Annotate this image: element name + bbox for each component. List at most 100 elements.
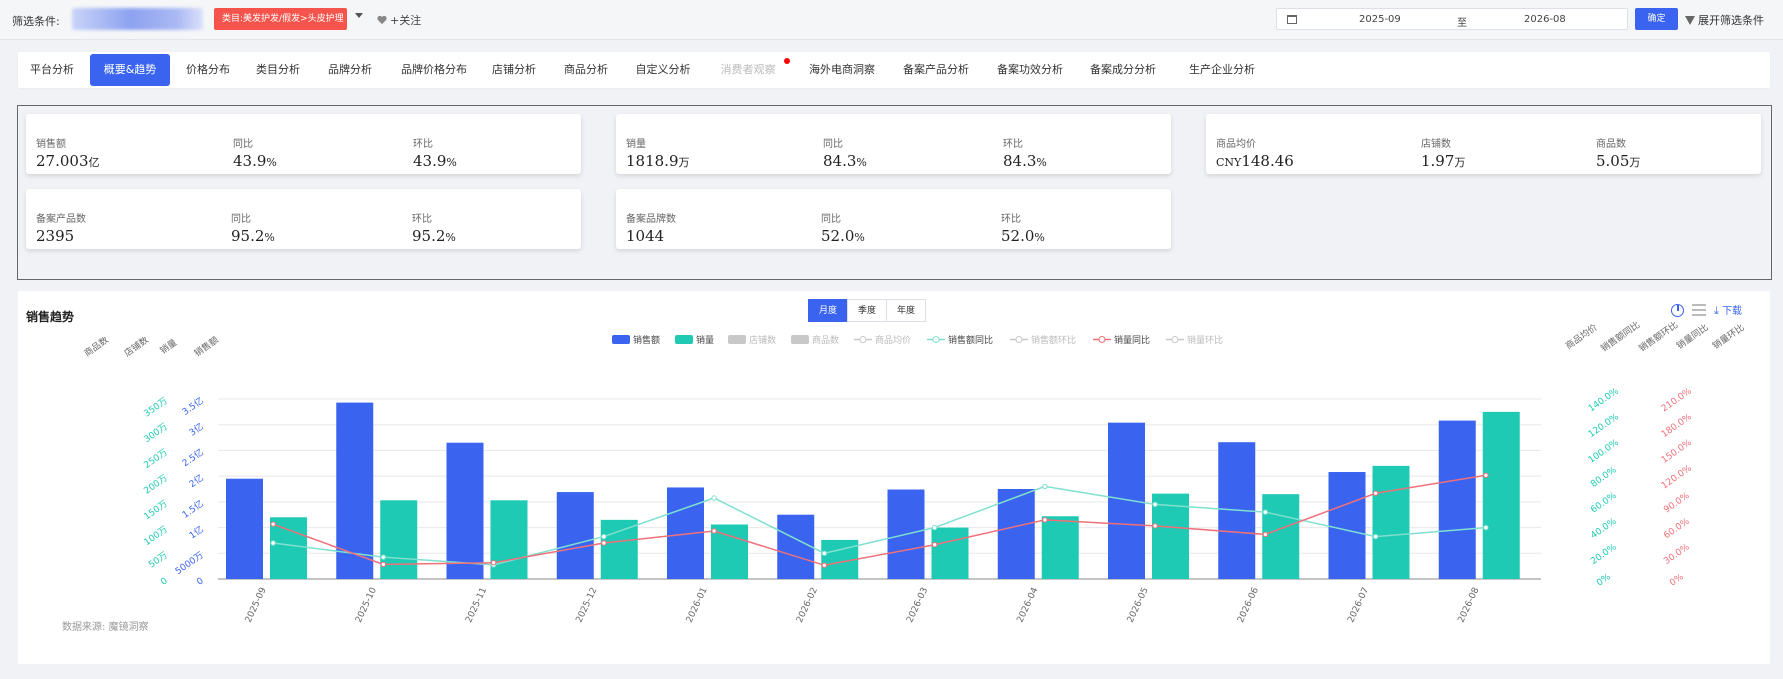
kpi-value: 1818.9万: [626, 152, 690, 170]
kpi-card-registered-products: 备案产品数 2395 同比 95.2% 环比 95.2%: [26, 189, 581, 249]
x-tick-label: 2026-06: [1236, 586, 1261, 625]
date-separator: 至: [1457, 18, 1467, 29]
tab-label: 消费者观察: [720, 63, 776, 76]
kpi-unit: %: [266, 156, 277, 169]
y-tick-volume: 100万: [143, 525, 170, 548]
filter-blurred-input[interactable]: [72, 8, 203, 30]
kpi-unit: %: [854, 231, 865, 244]
chevron-down-icon[interactable]: [355, 13, 363, 18]
kpi-value: 84.3%: [823, 152, 867, 170]
bar-sales-volume: [1482, 411, 1520, 579]
date-start[interactable]: 2025-09: [1359, 14, 1401, 25]
tab-label: 类目分析: [256, 63, 300, 76]
tab-brand-price[interactable]: 品牌价格分布: [392, 54, 476, 86]
kpi-label: 商品数: [1596, 139, 1626, 150]
filter-bar: 筛选条件: 类目:美发护发/假发>头皮护理 +关注 2025-09 至 2026…: [0, 0, 1783, 40]
sales-volume-yoy-point: [1152, 523, 1158, 529]
legend-label: 销售额环比: [1031, 334, 1076, 346]
sales-volume-yoy-point: [490, 560, 497, 566]
y-tick-amount-yoy: 80.0%: [1589, 465, 1619, 490]
kpi-label: 同比: [231, 214, 251, 225]
sales-amount-yoy-point: [1262, 509, 1269, 515]
legend-swatch: [1171, 336, 1179, 343]
sales-volume-yoy-point: [1262, 531, 1269, 538]
tab-overview-trend[interactable]: 概要&趋势: [90, 54, 170, 86]
sales-volume-yoy-point: [1483, 472, 1489, 478]
legend-swatch: [675, 335, 693, 344]
axis-name: 销售额同比: [1598, 319, 1642, 355]
follow-button[interactable]: +关注: [377, 12, 421, 28]
tab-label: 海外电商洞察: [809, 63, 875, 76]
sales-amount-yoy-point: [1042, 483, 1048, 490]
y-tick-amount-yoy: 60.0%: [1589, 491, 1619, 516]
axis-name: 商品数: [82, 334, 111, 359]
bar-sales-amount: [446, 442, 484, 579]
kpi-unit: 亿: [88, 156, 100, 169]
tab-manufacturer[interactable]: 生产企业分析: [1174, 54, 1270, 86]
y-tick-volume: 350万: [143, 396, 170, 419]
tab-overseas[interactable]: 海外电商洞察: [800, 54, 884, 86]
y-tick-amount: 3亿: [187, 420, 206, 438]
tab-shop[interactable]: 店铺分析: [484, 54, 544, 86]
kpi-value: 1.97万: [1421, 152, 1465, 170]
sales-volume-yoy-point: [380, 561, 387, 568]
y-tick-volume-yoy: 150.0%: [1660, 438, 1694, 466]
kpi-number: 27.003: [36, 152, 89, 170]
axis-name: 店铺数: [122, 334, 151, 359]
bar-sales-amount: [1328, 472, 1366, 579]
kpi-label: 销售额: [36, 139, 66, 150]
category-filter-tag[interactable]: 类目:美发护发/假发>头皮护理: [214, 8, 347, 30]
x-tick-label: 2025-12: [575, 586, 600, 624]
confirm-button[interactable]: 确定: [1635, 8, 1678, 30]
tab-price-distribution[interactable]: 价格分布: [178, 54, 238, 86]
kpi-value: 52.0%: [1001, 227, 1045, 245]
y-tick-volume-yoy: 180.0%: [1660, 412, 1694, 440]
kpi-value: 95.2%: [412, 227, 456, 245]
kpi-value: 43.9%: [233, 152, 277, 170]
legend-swatch: [859, 336, 867, 343]
tab-category[interactable]: 类目分析: [248, 54, 308, 86]
kpi-value: 27.003亿: [36, 152, 100, 170]
y-tick-amount: 5000万: [174, 551, 206, 577]
tab-label: 备案功效分析: [997, 63, 1063, 76]
tab-consumer[interactable]: 消费者观察: [712, 54, 790, 86]
expand-filters-button[interactable]: 展开筛选条件: [1685, 12, 1764, 28]
y-tick-amount: 1亿: [187, 523, 206, 541]
sales-volume-yoy-point: [821, 562, 828, 568]
tab-registered-products[interactable]: 备案产品分析: [894, 54, 978, 86]
bar-sales-volume: [1372, 465, 1410, 579]
kpi-number: 52.0: [1001, 227, 1035, 245]
tab-brand[interactable]: 品牌分析: [320, 54, 380, 86]
bar-sales-volume: [600, 519, 638, 579]
legend-label: 销售额: [633, 334, 660, 346]
bar-sales-volume: [931, 527, 969, 579]
kpi-card-price-shops: 商品均价 CNY148.46 店铺数 1.97万 商品数 5.05万: [1206, 114, 1761, 174]
kpi-unit: 万: [1629, 156, 1641, 169]
bar-sales-amount: [1108, 422, 1145, 579]
kpi-unit: %: [445, 231, 456, 244]
legend-swatch: [612, 335, 630, 344]
legend-label: 销量: [696, 334, 714, 346]
tab-label: 平台分析: [30, 63, 74, 76]
tab-label: 品牌价格分布: [401, 63, 467, 76]
tab-custom[interactable]: 自定义分析: [628, 54, 698, 86]
date-end[interactable]: 2026-08: [1524, 14, 1566, 25]
tab-product[interactable]: 商品分析: [556, 54, 616, 86]
kpi-number: 43.9: [413, 152, 447, 170]
notification-dot: [784, 58, 790, 64]
follow-label: +关注: [390, 14, 422, 27]
tab-platform[interactable]: 平台分析: [22, 54, 82, 86]
date-range-picker[interactable]: 2025-09 至 2026-08: [1276, 8, 1628, 30]
axis-name: 销售额环比: [1636, 319, 1680, 355]
tab-registered-ingredients[interactable]: 备案成分分析: [1081, 54, 1165, 86]
tab-registered-efficacy[interactable]: 备案功效分析: [988, 54, 1072, 86]
calendar-icon: [1287, 15, 1297, 24]
expand-filters-label: 展开筛选条件: [1698, 14, 1764, 27]
kpi-number: 95.2: [231, 227, 265, 245]
data-source: 数据来源: 魔镜洞察: [62, 622, 149, 633]
kpi-number: 1818.9: [626, 152, 679, 170]
kpi-label: 同比: [821, 214, 841, 225]
sales-amount-yoy-point: [1152, 501, 1158, 508]
filter-label: 筛选条件:: [12, 15, 60, 28]
sales-volume-yoy-point: [601, 540, 607, 546]
